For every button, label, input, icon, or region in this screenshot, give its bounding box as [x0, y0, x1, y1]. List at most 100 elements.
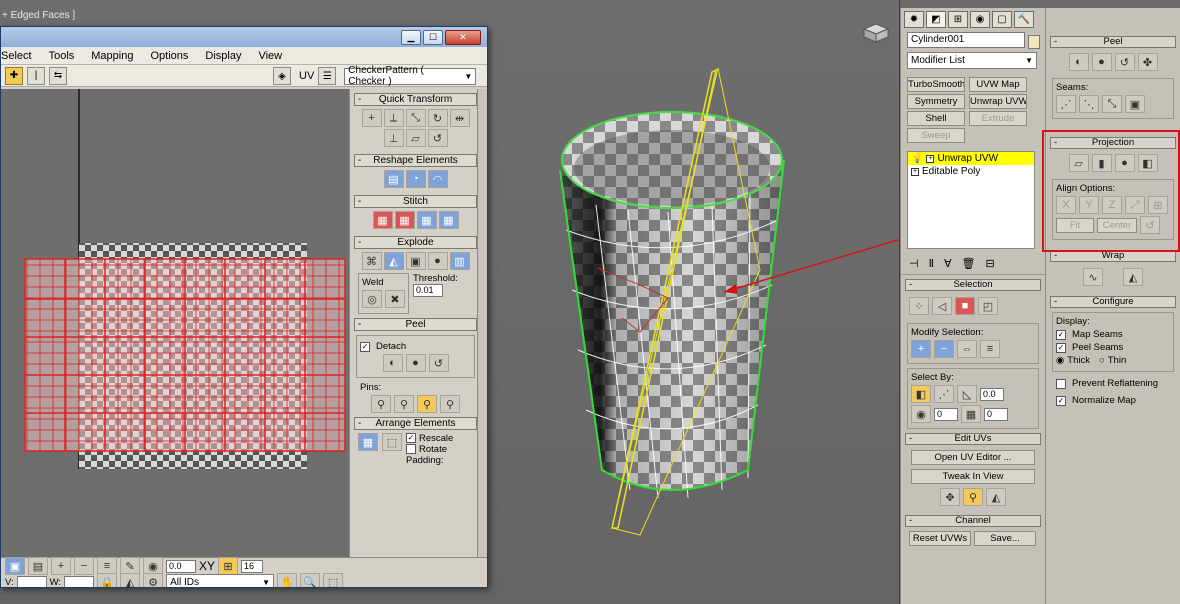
display-tab-icon[interactable]: ▢: [992, 11, 1012, 28]
motion-tab-icon[interactable]: ◉: [970, 11, 990, 28]
break-icon[interactable]: ◭: [383, 252, 404, 270]
stack-item-editable-poly[interactable]: + Editable Poly: [908, 165, 1034, 178]
remove-modifier-icon[interactable]: 🗑: [962, 257, 976, 270]
pin-icon[interactable]: ⚲: [371, 395, 391, 413]
explode-icon[interactable]: ⌘: [361, 252, 382, 270]
align-diag-icon[interactable]: ⤡: [405, 109, 426, 127]
arrange-elements-header[interactable]: - Arrange Elements: [354, 417, 477, 430]
menu-options[interactable]: Options: [150, 50, 188, 62]
v-input[interactable]: [16, 575, 47, 587]
angle-input[interactable]: 0.0: [980, 387, 1004, 401]
explode-header[interactable]: - Explode: [354, 236, 477, 249]
peel-seams-checkbox[interactable]: ✓: [1056, 342, 1066, 353]
flatten-by-icon[interactable]: ▥: [449, 252, 470, 270]
modifier-list-dropdown[interactable]: Modifier List ▼: [907, 52, 1037, 69]
seams-to-sel-icon[interactable]: ▣: [1125, 95, 1145, 113]
zoom-region-icon[interactable]: ⬚: [323, 573, 344, 587]
select-by-element-icon[interactable]: ◧: [911, 385, 931, 403]
expand-icon[interactable]: +: [911, 167, 919, 176]
unpin-icon[interactable]: ⚲: [394, 395, 414, 413]
point-to-point-seam-icon[interactable]: ⋰: [1056, 95, 1076, 113]
mirror-tool-icon[interactable]: |: [27, 66, 45, 85]
rescale-checkbox[interactable]: ✓: [406, 433, 416, 444]
peel-header-uv[interactable]: - Peel: [354, 318, 477, 331]
reset-peel-icon[interactable]: ↺: [1114, 53, 1135, 71]
stack-item-unwrap-uvw[interactable]: 💡 + Unwrap UVW: [908, 152, 1034, 165]
peel-mode-icon[interactable]: ●: [405, 354, 426, 372]
uv-canvas[interactable]: [1, 89, 349, 557]
turbosmooth-button[interactable]: TurboSmooth: [907, 77, 965, 92]
flip-tool-icon[interactable]: ⇆: [49, 66, 67, 85]
expand-icon[interactable]: +: [926, 154, 935, 163]
pin-stack-icon[interactable]: ⊣: [909, 257, 919, 270]
open-uv-editor-button[interactable]: Open UV Editor ...: [911, 450, 1035, 465]
menu-display[interactable]: Display: [205, 50, 241, 62]
grow-icon[interactable]: +: [51, 557, 71, 575]
flatten-icon[interactable]: ●: [427, 252, 448, 270]
texture-dropdown[interactable]: CheckerPattern ( Checker ) ▼: [344, 65, 477, 87]
modifier-stack[interactable]: 💡 + Unwrap UVW + Editable Poly: [907, 151, 1035, 249]
planar-angle-icon[interactable]: ◺: [957, 385, 977, 403]
reset-uvws-button[interactable]: Reset UVWs: [909, 531, 971, 546]
ring-icon[interactable]: ⇔: [957, 340, 977, 358]
filter-icon[interactable]: ⚙: [143, 573, 164, 587]
thick-radio[interactable]: ◉: [1056, 355, 1064, 366]
shrink-selection-icon[interactable]: −: [934, 340, 954, 358]
object-name-field[interactable]: Cylinder001: [907, 32, 1025, 48]
straighten-icon[interactable]: ▱: [405, 129, 426, 147]
straighten-selection-icon[interactable]: ▤: [383, 170, 404, 188]
edge-mode-icon[interactable]: ▤: [28, 557, 48, 575]
seam-select-icon[interactable]: ⤡: [1102, 95, 1122, 113]
material-id-input[interactable]: 0: [934, 407, 958, 421]
detach-checkbox[interactable]: ✓: [360, 341, 370, 352]
select-by-edge-icon[interactable]: ⋰: [934, 385, 954, 403]
detach-edge-icon[interactable]: ▣: [405, 252, 426, 270]
polygon-select-icon[interactable]: ■: [955, 297, 975, 315]
rotate-90-icon[interactable]: ↻: [427, 109, 448, 127]
rotate-checkbox[interactable]: [406, 444, 416, 455]
hide-icon[interactable]: ◭: [120, 573, 141, 587]
smoothing-group-input[interactable]: 0: [984, 407, 1008, 421]
lightbulb-icon[interactable]: 💡: [911, 153, 923, 164]
w-input[interactable]: [64, 575, 95, 587]
create-tab-icon[interactable]: ✹: [904, 11, 924, 28]
shrink-icon[interactable]: −: [74, 557, 94, 575]
rotate-neg90-icon[interactable]: ↺: [427, 129, 448, 147]
spline-map-icon[interactable]: ∿: [1083, 268, 1103, 286]
space-icon[interactable]: ⇹: [449, 109, 470, 127]
extrude-button[interactable]: Extrude: [969, 111, 1027, 126]
menu-mapping[interactable]: Mapping: [91, 50, 133, 62]
thin-radio[interactable]: ○: [1099, 355, 1105, 366]
vertex-mode-icon[interactable]: ▣: [5, 557, 25, 575]
stitch-source-icon[interactable]: ▦: [438, 211, 459, 229]
configure-sets-icon[interactable]: ⊟: [986, 257, 995, 270]
prevent-reflattening-checkbox[interactable]: [1056, 378, 1066, 389]
uv-side-scrollbar[interactable]: [477, 89, 487, 557]
set-pivot-icon[interactable]: +: [361, 109, 382, 127]
peel-header[interactable]: - Peel: [1050, 36, 1176, 48]
weld-target-icon[interactable]: ◎: [362, 290, 382, 308]
weld-selected-icon[interactable]: ✖: [385, 290, 405, 308]
checker-icon[interactable]: ◈: [273, 67, 291, 85]
uv-editor-titlebar[interactable]: ▁ ☐ ✕: [1, 27, 487, 47]
tweak-in-view-button[interactable]: Tweak In View: [911, 469, 1035, 484]
align-x-icon[interactable]: ⟂: [383, 109, 404, 127]
stitch-target-icon[interactable]: ▦: [394, 211, 415, 229]
quick-align-icon[interactable]: ⚲: [963, 488, 983, 506]
quick-peel-icon[interactable]: ◐: [382, 354, 403, 372]
map-seams-checkbox[interactable]: ✓: [1056, 329, 1066, 340]
selection-header[interactable]: - Selection: [905, 279, 1041, 291]
pelt-map-icon[interactable]: ✤: [1137, 53, 1158, 71]
sweep-button[interactable]: Sweep: [907, 128, 965, 143]
threshold-input[interactable]: 0.01: [413, 284, 443, 297]
show-end-result-icon[interactable]: Ⅱ: [929, 257, 934, 270]
quick-peel-icon[interactable]: ◐: [1068, 53, 1089, 71]
grow-selection-icon[interactable]: +: [911, 340, 931, 358]
peel-mode-icon[interactable]: ●: [1091, 53, 1112, 71]
element-select-icon[interactable]: ◰: [978, 297, 998, 315]
stitch-average-icon[interactable]: ▦: [416, 211, 437, 229]
xy-label[interactable]: XY: [199, 559, 215, 573]
modify-tab-icon[interactable]: ◩: [926, 11, 946, 28]
uv-editor-window[interactable]: ▁ ☐ ✕ Select Tools Mapping Options Displ…: [0, 26, 488, 588]
lock-icon[interactable]: 🔒: [97, 573, 118, 587]
